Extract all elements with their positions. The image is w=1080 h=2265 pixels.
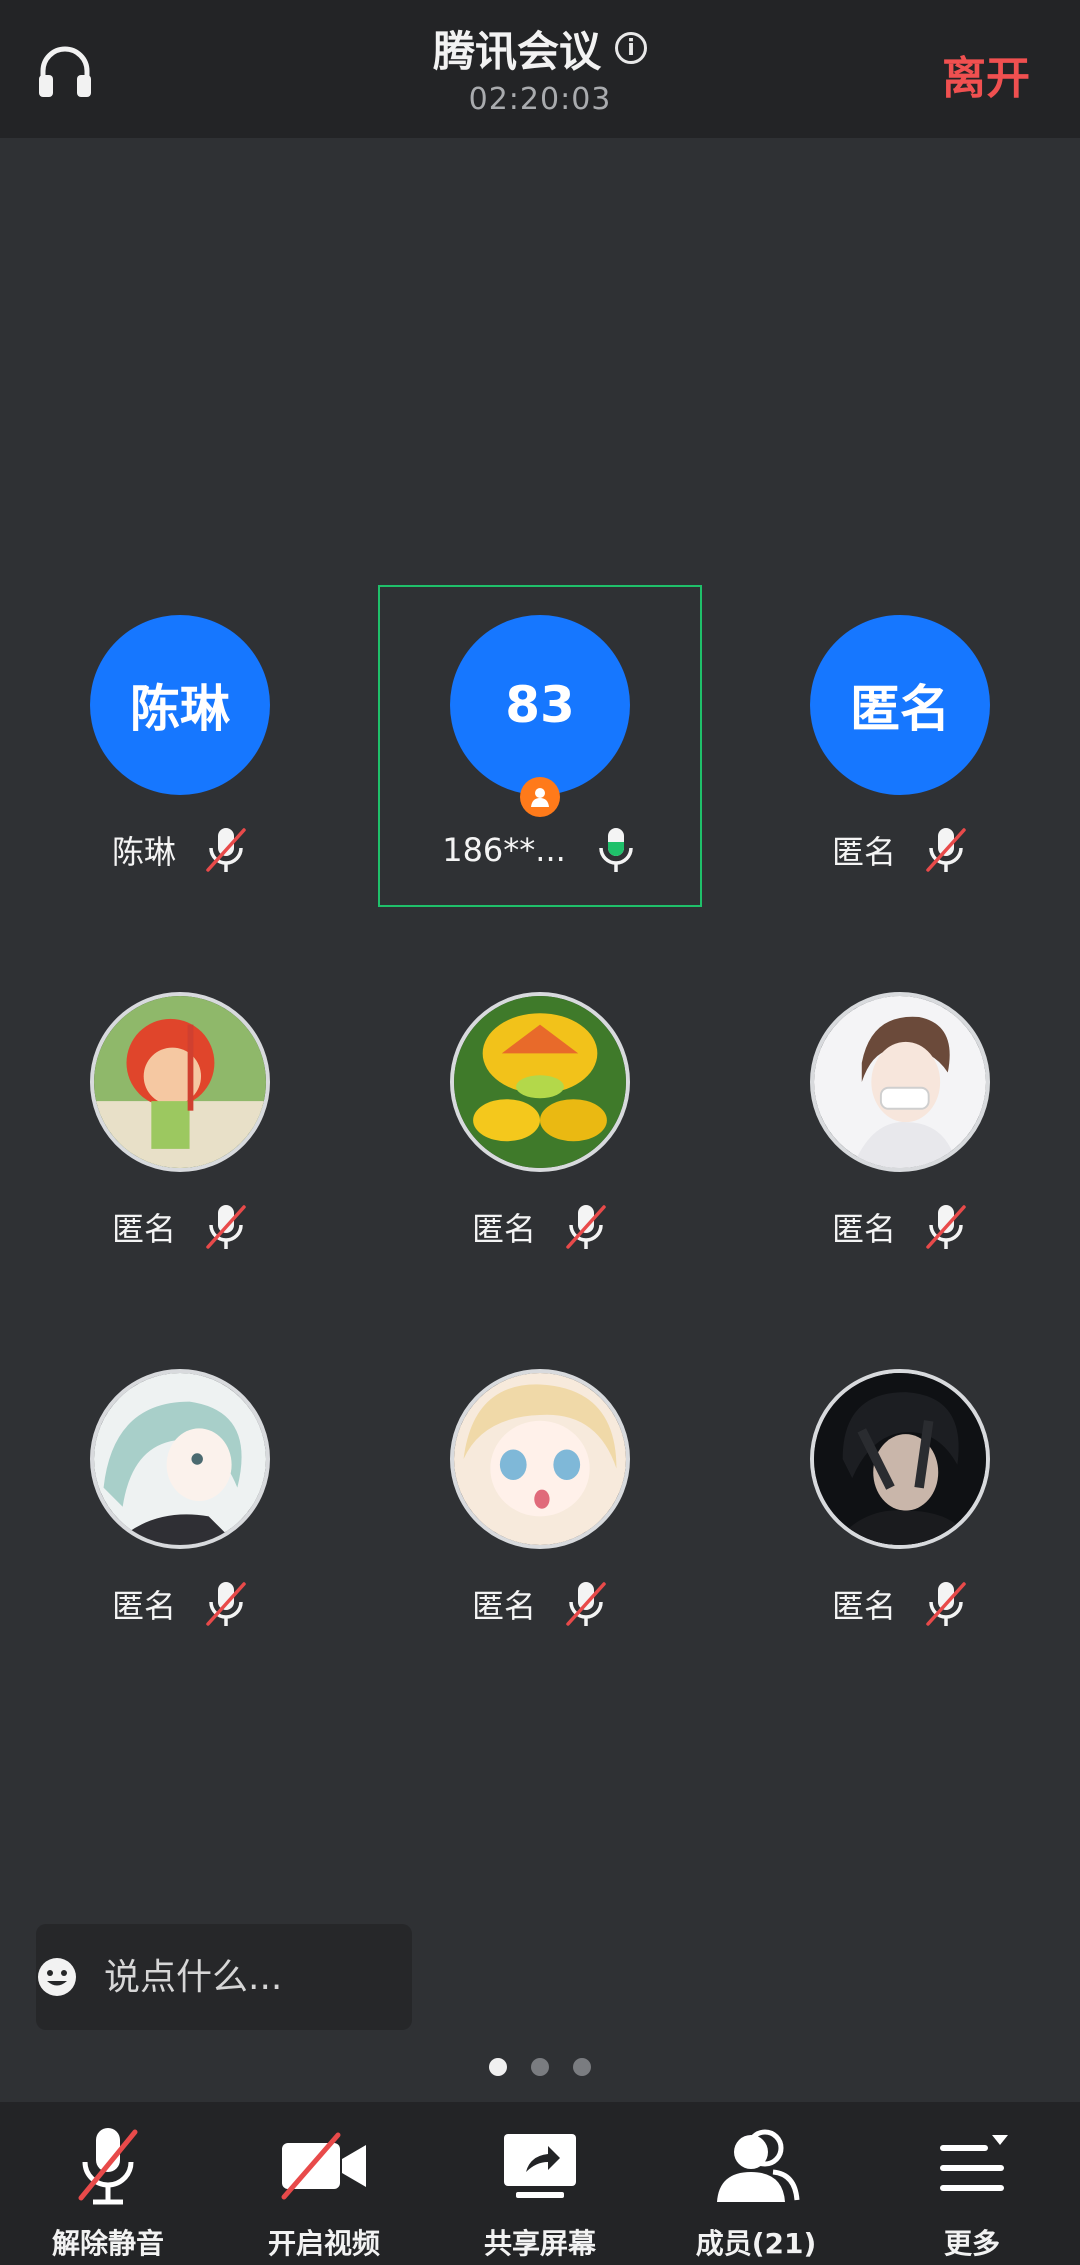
start-video-button[interactable]: 开启视频 xyxy=(216,2102,432,2265)
anime-girl-silver-hair-avatar-icon xyxy=(90,1369,270,1549)
unmute-button[interactable]: 解除静音 xyxy=(0,2102,216,2265)
cartoon-child-avatar-icon xyxy=(90,992,270,1172)
participant-tile[interactable]: 匿名 xyxy=(720,1339,1080,1669)
participant-name-row: 匿名 xyxy=(720,1202,1080,1252)
leave-button[interactable]: 离开 xyxy=(942,42,1030,106)
chat-bar[interactable] xyxy=(36,1924,554,2030)
avatar-initials: 陈琳 xyxy=(130,680,230,738)
participant-name: 匿名 xyxy=(831,1587,896,1625)
participant-tile[interactable]: 匿名 xyxy=(720,962,1080,1292)
participant-tile[interactable]: 匿名 xyxy=(0,1339,360,1669)
chat-input[interactable] xyxy=(102,1936,554,2018)
participant-name-row: 匿名 xyxy=(360,1579,720,1629)
initials-avatar: 陈琳 xyxy=(90,615,270,795)
unmute-label: 解除静音 xyxy=(51,2227,164,2260)
muted-mic-icon xyxy=(924,826,968,874)
participant-name-row: 匿名 xyxy=(360,1202,720,1252)
participant-name-row: 陈琳 xyxy=(0,825,360,875)
fruit-avatar-icon xyxy=(450,992,630,1172)
more-menu-icon xyxy=(940,2135,1008,2191)
dark-hair-boy-avatar-icon xyxy=(810,1369,990,1549)
participant-name-row: 匿名 xyxy=(0,1202,360,1252)
share-screen-icon xyxy=(504,2134,576,2198)
participant-name-row: 匿名 xyxy=(720,1579,1080,1629)
page-indicator xyxy=(0,2058,1080,2076)
muted-mic-icon xyxy=(564,1203,608,1251)
share-screen-button[interactable]: 共享屏幕 xyxy=(432,2102,648,2265)
members-button[interactable]: 成员(21) xyxy=(648,2102,864,2265)
muted-mic-icon xyxy=(78,2128,138,2205)
participant-tile[interactable]: 匿名 匿名 xyxy=(720,585,1080,915)
participant-name-row: 匿名 xyxy=(0,1579,360,1629)
smiley-icon xyxy=(38,1958,76,1996)
participant-name: 匿名 xyxy=(111,1587,176,1625)
active-speaker-frame xyxy=(378,585,702,907)
participant-tile[interactable]: 匿名 xyxy=(360,962,720,1292)
initials-avatar: 匿名 xyxy=(810,615,990,795)
muted-mic-icon xyxy=(564,1580,608,1628)
participant-tile[interactable]: 陈琳 陈琳 xyxy=(0,585,360,915)
meeting-title: 腾讯会议 xyxy=(432,26,601,76)
emoji-button[interactable] xyxy=(36,1924,78,2030)
meeting-timer: 02:20:03 xyxy=(468,82,612,117)
participant-name: 匿名 xyxy=(831,1210,896,1248)
more-button[interactable]: 更多 xyxy=(864,2102,1080,2265)
share-screen-label: 共享屏幕 xyxy=(483,2227,596,2260)
muted-mic-icon xyxy=(204,826,248,874)
participant-name: 匿名 xyxy=(471,1210,536,1248)
participant-tile[interactable]: 匿名 xyxy=(0,962,360,1292)
bottom-toolbar: 解除静音 开启视频 共享屏幕 成员(21) 更多 xyxy=(0,2102,1080,2265)
page-dot-3[interactable] xyxy=(573,2058,591,2076)
anime-girl-blonde-avatar-icon xyxy=(450,1369,630,1549)
participant-name: 匿名 xyxy=(831,833,896,871)
meeting-screen: 腾讯会议 i 02:20:03 离开 陈琳 陈琳 83 186**... 匿名 匿名 匿名匿… xyxy=(0,0,1080,2265)
participant-name-row: 匿名 xyxy=(720,825,1080,875)
members-label: 成员(21) xyxy=(695,2227,817,2260)
muted-mic-icon xyxy=(204,1580,248,1628)
participant-name: 匿名 xyxy=(471,1587,536,1625)
muted-mic-icon xyxy=(924,1580,968,1628)
avatar-initials: 匿名 xyxy=(850,680,950,738)
members-icon xyxy=(717,2129,800,2202)
anime-boy-avatar-icon xyxy=(810,992,990,1172)
info-icon[interactable]: i xyxy=(615,32,647,64)
top-bar: 腾讯会议 i 02:20:03 离开 xyxy=(0,0,1080,138)
video-off-icon xyxy=(281,2132,366,2200)
meeting-title-row: 腾讯会议 i xyxy=(0,18,1080,78)
muted-mic-icon xyxy=(924,1203,968,1251)
more-label: 更多 xyxy=(943,2227,1000,2260)
page-dot-1[interactable] xyxy=(489,2058,507,2076)
muted-mic-icon xyxy=(204,1203,248,1251)
participant-name: 陈琳 xyxy=(111,833,176,871)
start-video-label: 开启视频 xyxy=(267,2227,380,2260)
participant-tile[interactable]: 匿名 xyxy=(360,1339,720,1669)
participant-name: 匿名 xyxy=(111,1210,176,1248)
page-dot-2[interactable] xyxy=(531,2058,549,2076)
